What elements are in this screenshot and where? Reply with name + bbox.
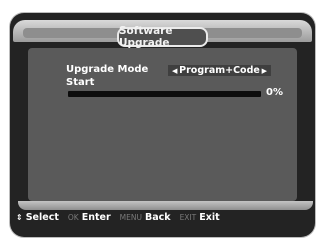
back-hint: Back	[144, 211, 171, 223]
page-title: Software Upgrade	[117, 25, 208, 49]
menu-key-label: MENU	[119, 212, 142, 222]
start-label[interactable]: Start	[66, 77, 94, 88]
footer-band	[18, 201, 313, 210]
right-arrow-icon[interactable]: ▶	[262, 67, 267, 75]
progress-percent: 0%	[266, 87, 283, 98]
left-arrow-icon[interactable]: ◀	[172, 67, 177, 75]
up-down-icon: ⇕	[16, 212, 23, 222]
progress-bar	[68, 91, 261, 97]
exit-hint: Exit	[199, 211, 220, 223]
enter-hint: Enter	[81, 211, 111, 223]
upgrade-mode-value: Program+Code	[179, 65, 260, 76]
upgrade-mode-select[interactable]: ◀ Program+Code ▶	[168, 65, 271, 76]
upgrade-mode-label: Upgrade Mode	[66, 64, 149, 75]
exit-key-label: EXIT	[179, 212, 197, 222]
select-hint: Select	[25, 211, 59, 223]
footer-hints: ⇕ Select OK Enter MENU Back EXIT Exit	[16, 211, 226, 223]
ok-key-label: OK	[67, 212, 79, 222]
